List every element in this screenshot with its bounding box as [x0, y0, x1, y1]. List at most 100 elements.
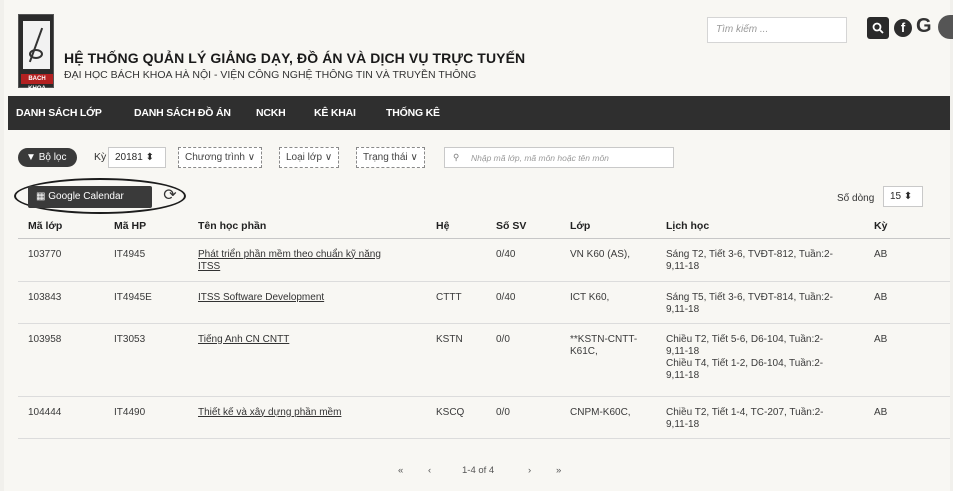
nav-item-danh-sach-lop[interactable]: DANH SÁCH LỚP [16, 96, 102, 130]
header-search-input[interactable]: Tìm kiếm ... [707, 17, 847, 43]
column-header[interactable]: Số SV [486, 214, 560, 239]
cell-program: CTTT [426, 281, 486, 324]
cell-semester: AB [864, 238, 950, 282]
cell-class-group: VN K60 (AS), [560, 238, 656, 282]
table-row[interactable]: 103958 IT3053 Tiếng Anh CN CNTT KSTN 0/0… [18, 323, 950, 397]
cell-program [426, 238, 486, 282]
main-nav: DANH SÁCH LỚP DANH SÁCH ĐỒ ÁN NCKH KÊ KH… [8, 96, 950, 130]
search-icon: ⚲ [453, 152, 460, 162]
google-calendar-label: Google Calendar [48, 191, 124, 202]
cell-class-id: 103770 [18, 238, 104, 282]
cell-class-group: **KSTN-CNTT- K61C, [560, 323, 656, 397]
site-title: HỆ THỐNG QUẢN LÝ GIẢNG DẠY, ĐỒ ÁN VÀ DỊC… [64, 50, 526, 66]
header: BACH KHOA HỆ THỐNG QUẢN LÝ GIẢNG DẠY, ĐỒ… [4, 0, 953, 96]
column-header[interactable]: Lịch học [656, 214, 864, 239]
table-row[interactable]: 104444 IT4490 Thiết kế và xây dựng phần … [18, 396, 950, 439]
chevron-down-icon: ∨ [410, 152, 418, 163]
cell-class-id: 104444 [18, 396, 104, 439]
rows-per-page-label: Số dòng [837, 193, 875, 204]
table-row[interactable]: 103843 IT4945E ITSS Software Development… [18, 281, 950, 324]
course-link[interactable]: Tiếng Anh CN CNTT [198, 334, 289, 345]
column-header[interactable]: Mã lớp [18, 214, 104, 239]
course-link[interactable]: Phát triển phần mềm theo chuẩn kỹ năng IT… [198, 249, 381, 272]
class-table: Mã lớp Mã HP Tên học phần Hệ Số SV Lớp L… [18, 214, 950, 439]
cell-course-id: IT4490 [104, 396, 188, 439]
cell-course-id: IT4945E [104, 281, 188, 324]
nav-item-danh-sach-do-an[interactable]: DANH SÁCH ĐỒ ÁN [134, 96, 231, 130]
cell-student-count: 0/0 [486, 323, 560, 397]
first-page-button[interactable]: « [398, 465, 403, 476]
cell-class-id: 103958 [18, 323, 104, 397]
cell-course-name: Phát triển phần mềm theo chuẩn kỹ năng IT… [188, 238, 426, 282]
column-header[interactable]: Mã HP [104, 214, 188, 239]
cell-class-group: ICT K60, [560, 281, 656, 324]
course-link[interactable]: ITSS Software Development [198, 292, 324, 303]
cell-course-id: IT3053 [104, 323, 188, 397]
column-header[interactable]: Kỳ [864, 214, 950, 239]
facebook-icon[interactable]: f [894, 19, 912, 37]
site-subtitle: ĐẠI HỌC BÁCH KHOA HÀ NỘI - VIỆN CÔNG NGH… [64, 69, 477, 81]
cell-course-id: IT4945 [104, 238, 188, 282]
cell-course-name: Tiếng Anh CN CNTT [188, 323, 426, 397]
filter-toolbar: ▼ Bộ lọc Kỳ 20181 ⬍ Chương trình ∨ Loại … [4, 144, 950, 172]
cell-class-id: 103843 [18, 281, 104, 324]
select-arrows-icon: ⬍ [145, 152, 154, 163]
column-header[interactable]: Hệ [426, 214, 486, 239]
refresh-icon[interactable]: ⟳ [160, 186, 180, 206]
cell-semester: AB [864, 396, 950, 439]
semester-label: Kỳ [94, 151, 107, 163]
cell-program: KSCQ [426, 396, 486, 439]
select-arrows-icon: ⬍ [903, 191, 913, 202]
user-avatar-icon[interactable] [938, 15, 953, 39]
cell-student-count: 0/40 [486, 238, 560, 282]
rows-per-page-value: 15 [890, 191, 902, 202]
page: BACH KHOA HỆ THỐNG QUẢN LÝ GIẢNG DẠY, ĐỒ… [4, 0, 953, 491]
logo-text: BACH KHOA [21, 74, 53, 92]
status-dropdown[interactable]: Trạng thái ∨ [356, 147, 425, 168]
program-dropdown-label: Chương trình [185, 152, 245, 163]
table-row[interactable]: 103770 IT4945 Phát triển phần mềm theo c… [18, 238, 950, 282]
next-page-button[interactable]: › [528, 465, 531, 476]
class-search-placeholder: Nhập mã lớp, mã môn hoặc tên môn [471, 153, 609, 163]
logo-emblem-icon [23, 21, 50, 69]
filter-label: Bộ lọc [38, 152, 67, 163]
chevron-down-icon: ∨ [324, 152, 333, 163]
nav-item-thong-ke[interactable]: THỐNG KÊ [386, 96, 440, 130]
page-info: 1-4 of 4 [462, 465, 495, 476]
column-header[interactable]: Lớp [560, 214, 656, 239]
search-icon [872, 22, 884, 34]
course-link[interactable]: Thiết kế và xây dựng phần mềm [198, 407, 341, 418]
semester-select[interactable]: 20181 ⬍ [108, 147, 166, 168]
cell-schedule: Chiều T2, Tiết 1-4, TC-207, Tuần:2- 9,11-… [656, 396, 864, 439]
nav-item-nckh[interactable]: NCKH [256, 96, 286, 130]
column-header[interactable]: Tên học phần [188, 214, 426, 239]
filter-icon: ▼ [26, 152, 36, 163]
cell-class-group: CNPM-K60C, [560, 396, 656, 439]
class-type-dropdown[interactable]: Loại lớp ∨ [279, 147, 340, 168]
chevron-down-icon: ∨ [247, 152, 256, 163]
semester-value: 20181 [115, 152, 143, 163]
status-dropdown-label: Trạng thái [363, 152, 408, 163]
cell-schedule: Sáng T2, Tiết 3-6, TVĐT-812, Tuần:2- 9,11… [656, 238, 864, 282]
pagination: « ‹ 1-4 of 4 › » [18, 458, 950, 484]
rows-per-page-select[interactable]: 15 ⬍ [883, 186, 923, 207]
cell-program: KSTN [426, 323, 486, 397]
class-search-input[interactable]: ⚲ Nhập mã lớp, mã môn hoặc tên môn [444, 147, 674, 168]
search-button[interactable] [867, 17, 889, 39]
last-page-button[interactable]: » [556, 465, 561, 476]
prev-page-button[interactable]: ‹ [428, 465, 431, 476]
google-calendar-button[interactable]: ▦ Google Calendar [28, 186, 152, 208]
cell-semester: AB [864, 323, 950, 397]
filter-button[interactable]: ▼ Bộ lọc [18, 148, 77, 167]
calendar-icon: ▦ [36, 191, 46, 202]
cell-student-count: 0/0 [486, 396, 560, 439]
nav-item-ke-khai[interactable]: KÊ KHAI [314, 96, 356, 130]
google-icon[interactable]: G [916, 15, 932, 38]
program-dropdown[interactable]: Chương trình ∨ [178, 147, 263, 168]
table-header-row: Mã lớp Mã HP Tên học phần Hệ Số SV Lớp L… [18, 214, 950, 239]
cell-schedule: Sáng T5, Tiết 3-6, TVĐT-814, Tuần:2- 9,11… [656, 281, 864, 324]
university-logo[interactable]: BACH KHOA [18, 14, 54, 92]
cell-course-name: ITSS Software Development [188, 281, 426, 324]
cell-schedule: Chiều T2, Tiết 5-6, D6-104, Tuần:2- 9,11-… [656, 323, 864, 397]
cell-semester: AB [864, 281, 950, 324]
